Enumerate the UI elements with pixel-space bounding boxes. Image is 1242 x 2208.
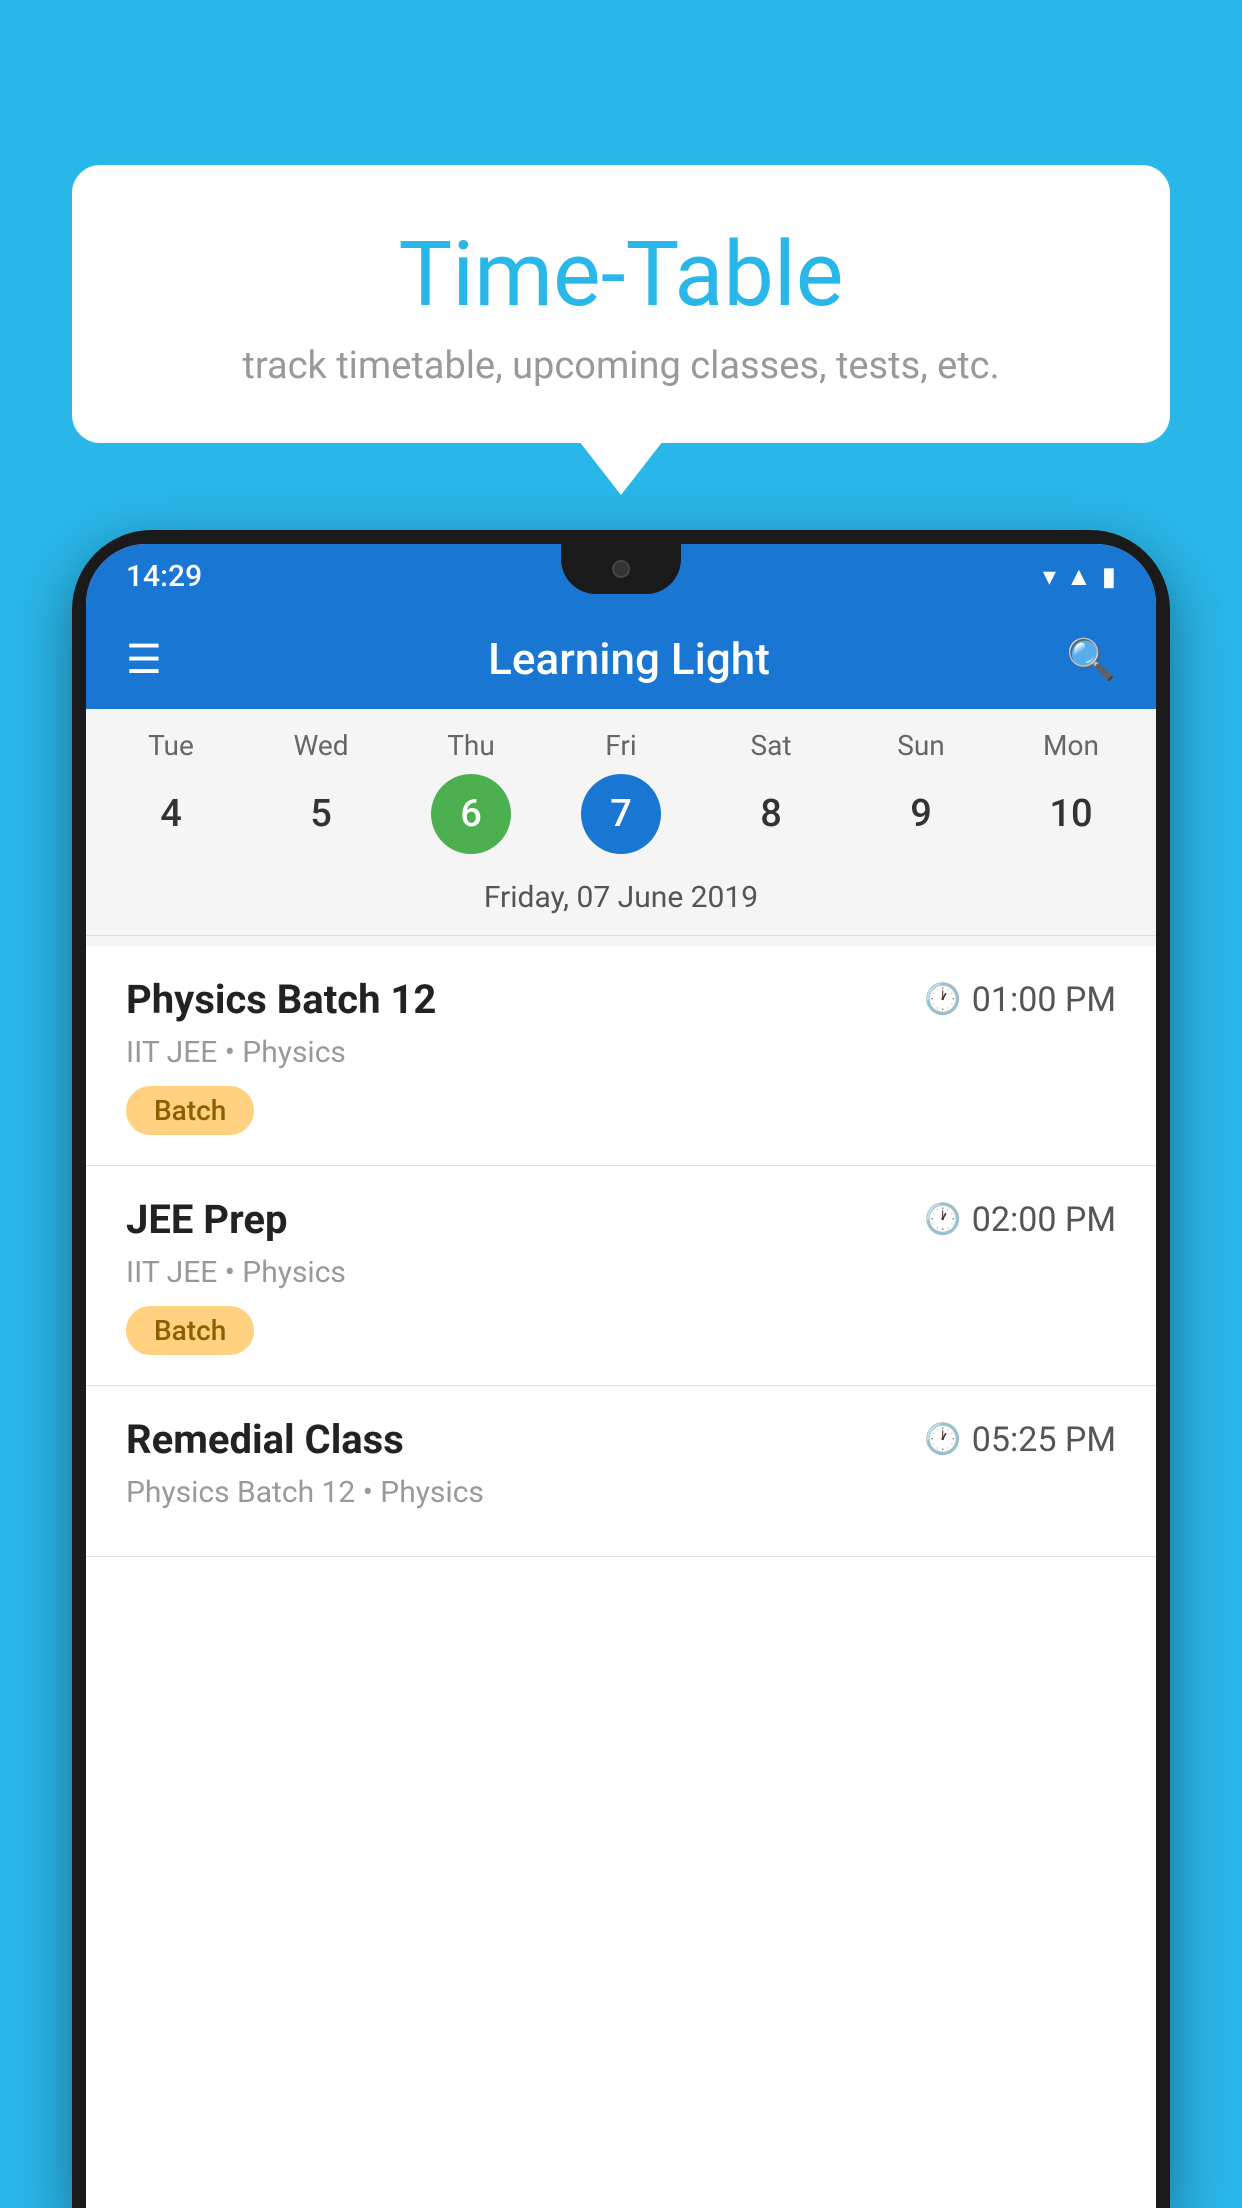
speech-bubble: Time-Table track timetable, upcoming cla… bbox=[72, 165, 1170, 443]
phone-screen: 14:29 ▾ ▲ ▮ ☰ Learning Light 🔍 Tue Wed T… bbox=[86, 544, 1156, 2208]
class-time-1: 🕐 01:00 PM bbox=[924, 980, 1116, 1020]
class-name-2: JEE Prep bbox=[126, 1196, 287, 1243]
class-item-2[interactable]: JEE Prep 🕐 02:00 PM IIT JEE • Physics Ba… bbox=[86, 1166, 1156, 1386]
class-time-value-3: 05:25 PM bbox=[972, 1420, 1116, 1460]
class-header-1: Physics Batch 12 🕐 01:00 PM bbox=[126, 976, 1116, 1023]
day-label-sun: Sun bbox=[861, 729, 981, 762]
class-meta-1: IIT JEE • Physics bbox=[126, 1035, 1116, 1070]
clock-icon-1: 🕐 bbox=[924, 982, 961, 1017]
day-8[interactable]: 8 bbox=[731, 774, 811, 854]
selected-date-label: Friday, 07 June 2019 bbox=[86, 870, 1156, 936]
clock-icon-3: 🕐 bbox=[924, 1422, 961, 1457]
day-label-sat: Sat bbox=[711, 729, 831, 762]
day-labels: Tue Wed Thu Fri Sat Sun Mon bbox=[86, 729, 1156, 762]
status-bar: 14:29 ▾ ▲ ▮ bbox=[86, 544, 1156, 609]
class-time-value-1: 01:00 PM bbox=[972, 980, 1116, 1020]
day-label-fri: Fri bbox=[561, 729, 681, 762]
batch-badge-1: Batch bbox=[126, 1086, 254, 1135]
class-item-3[interactable]: Remedial Class 🕐 05:25 PM Physics Batch … bbox=[86, 1386, 1156, 1557]
clock-icon-2: 🕐 bbox=[924, 1202, 961, 1237]
app-title: Learning Light bbox=[192, 633, 1066, 685]
day-label-thu: Thu bbox=[411, 729, 531, 762]
hamburger-icon[interactable]: ☰ bbox=[126, 636, 162, 683]
status-icons: ▾ ▲ ▮ bbox=[1043, 561, 1116, 592]
day-10[interactable]: 10 bbox=[1031, 774, 1111, 854]
class-time-value-2: 02:00 PM bbox=[972, 1200, 1116, 1240]
phone-notch bbox=[561, 544, 681, 594]
day-label-tue: Tue bbox=[111, 729, 231, 762]
day-9[interactable]: 9 bbox=[881, 774, 961, 854]
day-6-today[interactable]: 6 bbox=[431, 774, 511, 854]
signal-icon: ▲ bbox=[1066, 561, 1092, 592]
day-4[interactable]: 4 bbox=[131, 774, 211, 854]
bubble-subtitle: track timetable, upcoming classes, tests… bbox=[122, 344, 1120, 388]
camera bbox=[612, 560, 630, 578]
status-time: 14:29 bbox=[126, 559, 202, 594]
app-bar: ☰ Learning Light 🔍 bbox=[86, 609, 1156, 709]
class-item-1[interactable]: Physics Batch 12 🕐 01:00 PM IIT JEE • Ph… bbox=[86, 946, 1156, 1166]
class-name-1: Physics Batch 12 bbox=[126, 976, 436, 1023]
bubble-title: Time-Table bbox=[122, 225, 1120, 324]
calendar-strip: Tue Wed Thu Fri Sat Sun Mon 4 5 6 7 8 9 … bbox=[86, 709, 1156, 946]
wifi-icon: ▾ bbox=[1043, 562, 1056, 592]
day-5[interactable]: 5 bbox=[281, 774, 361, 854]
class-time-2: 🕐 02:00 PM bbox=[924, 1200, 1116, 1240]
class-name-3: Remedial Class bbox=[126, 1416, 404, 1463]
day-label-wed: Wed bbox=[261, 729, 381, 762]
class-meta-2: IIT JEE • Physics bbox=[126, 1255, 1116, 1290]
battery-icon: ▮ bbox=[1102, 562, 1116, 592]
class-time-3: 🕐 05:25 PM bbox=[924, 1420, 1116, 1460]
day-7-selected[interactable]: 7 bbox=[581, 774, 661, 854]
search-icon[interactable]: 🔍 bbox=[1066, 636, 1116, 683]
batch-badge-2: Batch bbox=[126, 1306, 254, 1355]
phone-frame: 14:29 ▾ ▲ ▮ ☰ Learning Light 🔍 Tue Wed T… bbox=[72, 530, 1170, 2208]
class-list: Physics Batch 12 🕐 01:00 PM IIT JEE • Ph… bbox=[86, 946, 1156, 1557]
class-header-2: JEE Prep 🕐 02:00 PM bbox=[126, 1196, 1116, 1243]
class-header-3: Remedial Class 🕐 05:25 PM bbox=[126, 1416, 1116, 1463]
day-label-mon: Mon bbox=[1011, 729, 1131, 762]
class-meta-3: Physics Batch 12 • Physics bbox=[126, 1475, 1116, 1510]
day-numbers: 4 5 6 7 8 9 10 bbox=[86, 774, 1156, 854]
